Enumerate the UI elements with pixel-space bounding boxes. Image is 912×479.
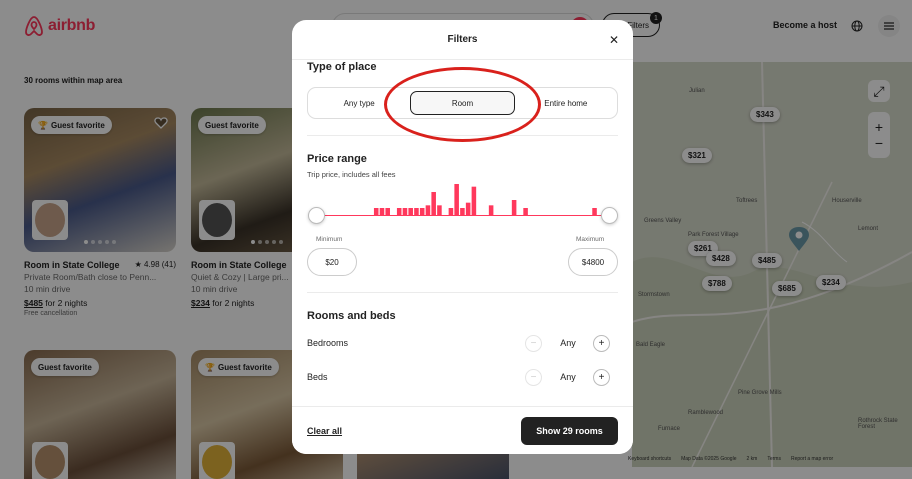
modal-footer: Clear all Show 29 rooms <box>292 406 633 454</box>
bedrooms-decrement-button[interactable]: − <box>525 335 542 352</box>
price-range-heading: Price range <box>307 153 367 165</box>
price-min-handle[interactable] <box>307 207 325 224</box>
modal-title: Filters <box>447 34 478 45</box>
histogram-bar <box>511 200 517 216</box>
beds-value: Any <box>560 372 576 382</box>
type-of-place-heading: Type of place <box>307 61 377 73</box>
histogram-bar <box>431 192 436 216</box>
price-max-handle[interactable] <box>600 207 618 224</box>
price-histogram <box>373 184 597 216</box>
price-range-subtitle: Trip price, includes all fees <box>307 170 396 179</box>
maximum-price-input[interactable]: $4800 <box>568 248 618 276</box>
histogram-bar <box>471 186 477 216</box>
close-icon[interactable]: ✕ <box>609 33 619 47</box>
beds-decrement-button[interactable]: − <box>525 369 542 386</box>
bedrooms-increment-button[interactable]: + <box>593 335 610 352</box>
rooms-and-beds-heading: Rooms and beds <box>307 310 396 322</box>
minimum-label: Minimum <box>316 236 343 243</box>
beds-label: Beds <box>307 372 328 382</box>
histogram-bar <box>454 184 459 216</box>
clear-all-button[interactable]: Clear all <box>307 426 342 436</box>
modal-header: Filters ✕ <box>292 20 633 60</box>
beds-increment-button[interactable]: + <box>593 369 610 386</box>
bedrooms-label: Bedrooms <box>307 338 349 348</box>
show-rooms-button[interactable]: Show 29 rooms <box>521 417 618 445</box>
divider <box>307 292 618 293</box>
maximum-label: Maximum <box>576 236 605 243</box>
price-slider-track <box>316 215 609 216</box>
minimum-price-input[interactable]: $20 <box>307 248 357 276</box>
bedrooms-value: Any <box>560 338 576 348</box>
highlight-circle <box>384 67 541 142</box>
histogram-bar <box>465 202 471 216</box>
